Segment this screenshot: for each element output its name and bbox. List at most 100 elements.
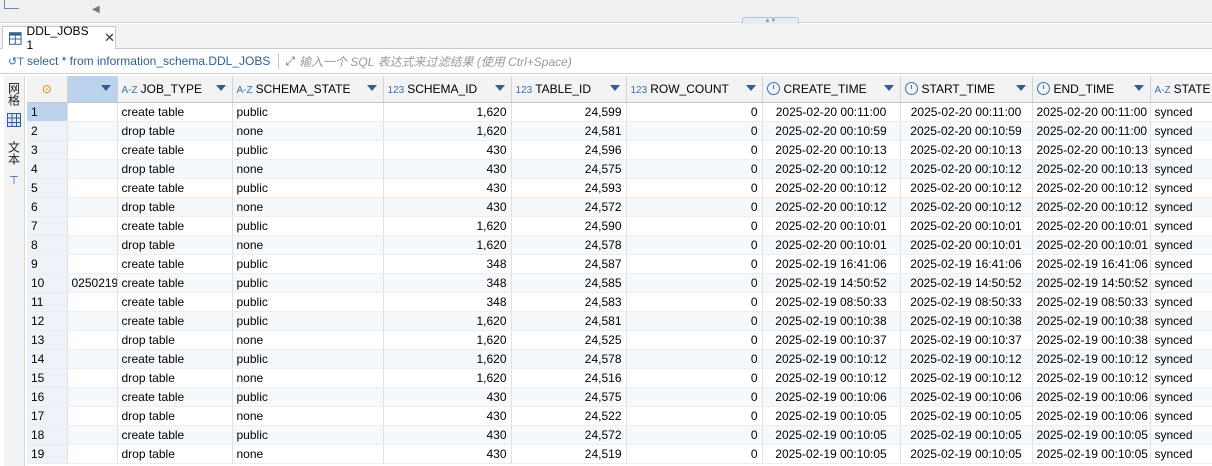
column-header-schema-id[interactable]: 123 SCHEMA_ID: [383, 76, 512, 103]
cell-start-time[interactable]: 2025-02-19 00:10:05: [900, 406, 1033, 426]
cell-state[interactable]: synced: [1150, 425, 1212, 445]
cell-state[interactable]: synced: [1150, 254, 1212, 274]
cell-schema-state[interactable]: public: [232, 311, 384, 331]
table-row[interactable]: 6 drop table none 430 24,572 0 2025-02-20 00:1…: [27, 197, 1212, 217]
cell-job-type[interactable]: create table: [117, 140, 233, 160]
row-number[interactable]: 17: [27, 406, 68, 426]
cell-job-type[interactable]: drop table: [117, 406, 233, 426]
table-row[interactable]: 1 create table public 1,620 24,599 0 2025-02-2…: [27, 102, 1212, 122]
cell-table-id[interactable]: 24,578: [511, 349, 627, 369]
row-number[interactable]: 15: [27, 368, 68, 388]
cell-job-type[interactable]: create table: [117, 216, 233, 236]
cell-state[interactable]: synced: [1150, 387, 1212, 407]
cell-row-count[interactable]: 0: [626, 425, 763, 445]
cell-selected-col[interactable]: 0250219: [67, 273, 118, 293]
cell-selected-col[interactable]: [67, 425, 118, 445]
cell-end-time[interactable]: 2025-02-20 00:10:01: [1032, 235, 1151, 255]
cell-end-time[interactable]: 2025-02-19 00:10:38: [1032, 311, 1151, 331]
cell-selected-col[interactable]: [67, 159, 118, 179]
cell-end-time[interactable]: 2025-02-19 00:10:06: [1032, 406, 1151, 426]
cell-selected-col[interactable]: [67, 311, 118, 331]
column-header-table-id[interactable]: 123 TABLE_ID: [511, 76, 627, 103]
cell-table-id[interactable]: 24,572: [511, 425, 627, 445]
cell-schema-id[interactable]: 430: [383, 178, 512, 198]
cell-end-time[interactable]: 2025-02-19 00:10:05: [1032, 425, 1151, 445]
cell-schema-id[interactable]: 430: [383, 197, 512, 217]
cell-end-time[interactable]: 2025-02-19 16:41:06: [1032, 254, 1151, 274]
cell-create-time[interactable]: 2025-02-20 00:10:01: [762, 235, 901, 255]
chevron-down-icon[interactable]: [1133, 85, 1144, 91]
row-number[interactable]: 12: [27, 311, 68, 331]
row-number[interactable]: 14: [27, 349, 68, 369]
cell-selected-col[interactable]: [67, 368, 118, 388]
table-row[interactable]: 13 drop table none 1,620 24,525 0 2025-02-19 0…: [27, 330, 1212, 350]
cell-job-type[interactable]: create table: [117, 311, 233, 331]
cell-selected-col[interactable]: [67, 140, 118, 160]
chevron-down-icon[interactable]: [366, 85, 377, 91]
row-number[interactable]: 5: [27, 178, 68, 198]
cell-create-time[interactable]: 2025-02-19 00:10:05: [762, 406, 901, 426]
cell-row-count[interactable]: 0: [626, 216, 763, 236]
cell-end-time[interactable]: 2025-02-19 00:10:38: [1032, 330, 1151, 350]
cell-end-time[interactable]: 2025-02-20 00:10:12: [1032, 178, 1151, 198]
cell-end-time[interactable]: 2025-02-19 00:10:06: [1032, 387, 1151, 407]
cell-selected-col[interactable]: [67, 197, 118, 217]
row-number[interactable]: 3: [27, 140, 68, 160]
cell-start-time[interactable]: 2025-02-19 00:10:38: [900, 311, 1033, 331]
cell-schema-state[interactable]: public: [232, 216, 384, 236]
cell-schema-state[interactable]: public: [232, 254, 384, 274]
table-row[interactable]: 19 drop table none 430 24,519 0 2025-02-19 00:…: [27, 444, 1212, 464]
cell-start-time[interactable]: 2025-02-20 00:10:01: [900, 216, 1033, 236]
cell-selected-col[interactable]: [67, 292, 118, 312]
cell-create-time[interactable]: 2025-02-19 00:10:37: [762, 330, 901, 350]
cell-start-time[interactable]: 2025-02-19 00:10:12: [900, 368, 1033, 388]
row-number[interactable]: 10: [27, 273, 68, 293]
cell-schema-state[interactable]: public: [232, 102, 384, 122]
row-number[interactable]: 8: [27, 235, 68, 255]
cell-row-count[interactable]: 0: [626, 406, 763, 426]
cell-table-id[interactable]: 24,519: [511, 444, 627, 464]
filter-input[interactable]: 输入一个 SQL 表达式来过滤结果 (使用 Ctrl+Space): [299, 53, 572, 70]
cell-job-type[interactable]: drop table: [117, 330, 233, 350]
cell-row-count[interactable]: 0: [626, 349, 763, 369]
row-number[interactable]: 2: [27, 121, 68, 141]
cell-start-time[interactable]: 2025-02-20 00:11:00: [900, 102, 1033, 122]
table-row[interactable]: 11 create table public 348 24,583 0 2025-02-19…: [27, 292, 1212, 312]
cell-job-type[interactable]: drop table: [117, 444, 233, 464]
cell-row-count[interactable]: 0: [626, 178, 763, 198]
cell-state[interactable]: synced: [1150, 102, 1212, 122]
cell-schema-state[interactable]: public: [232, 273, 384, 293]
cell-state[interactable]: synced: [1150, 273, 1212, 293]
cell-start-time[interactable]: 2025-02-19 14:50:52: [900, 273, 1033, 293]
table-row[interactable]: 9 create table public 348 24,587 0 2025-02-19 …: [27, 254, 1212, 274]
row-number[interactable]: 9: [27, 254, 68, 274]
grid-view-tab[interactable]: 网格: [6, 80, 22, 108]
cell-row-count[interactable]: 0: [626, 444, 763, 464]
cell-table-id[interactable]: 24,581: [511, 311, 627, 331]
cell-table-id[interactable]: 24,525: [511, 330, 627, 350]
column-header-job-type[interactable]: A-Z JOB_TYPE: [117, 76, 233, 103]
cell-schema-state[interactable]: none: [232, 197, 384, 217]
cell-schema-id[interactable]: 1,620: [383, 102, 512, 122]
cell-table-id[interactable]: 24,590: [511, 216, 627, 236]
row-number[interactable]: 13: [27, 330, 68, 350]
cell-end-time[interactable]: 2025-02-19 08:50:33: [1032, 292, 1151, 312]
cell-start-time[interactable]: 2025-02-19 16:41:06: [900, 254, 1033, 274]
cell-row-count[interactable]: 0: [626, 197, 763, 217]
column-header-create-time[interactable]: CREATE_TIME: [762, 76, 901, 103]
column-header-end-time[interactable]: END_TIME: [1032, 76, 1151, 103]
cell-end-time[interactable]: 2025-02-20 00:10:01: [1032, 216, 1151, 236]
cell-schema-id[interactable]: 1,620: [383, 121, 512, 141]
cell-create-time[interactable]: 2025-02-19 16:41:06: [762, 254, 901, 274]
cell-selected-col[interactable]: [67, 444, 118, 464]
cell-schema-id[interactable]: 430: [383, 387, 512, 407]
grid-icon[interactable]: [6, 112, 22, 128]
cell-job-type[interactable]: create table: [117, 387, 233, 407]
cell-schema-state[interactable]: public: [232, 387, 384, 407]
cell-create-time[interactable]: 2025-02-19 14:50:52: [762, 273, 901, 293]
cell-job-type[interactable]: create table: [117, 425, 233, 445]
cell-row-count[interactable]: 0: [626, 311, 763, 331]
cell-table-id[interactable]: 24,587: [511, 254, 627, 274]
chevron-down-icon[interactable]: [883, 85, 894, 91]
cell-selected-col[interactable]: [67, 235, 118, 255]
